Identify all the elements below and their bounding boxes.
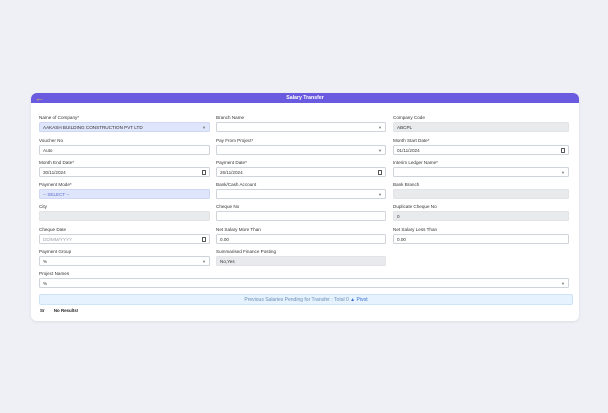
month-end-field[interactable]: 30/11/2024 [39, 167, 210, 177]
cheque-date-field[interactable]: DD/MM/YYYY [39, 234, 210, 244]
net-less-label: Net Salary Less Than [393, 227, 438, 232]
bank-branch-label: Bank Branch [393, 182, 420, 187]
payment-group-select[interactable]: % ▼ [39, 256, 210, 266]
chevron-down-icon: ▼ [378, 192, 382, 197]
payment-date-label: Payment Date* [216, 160, 247, 165]
chevron-down-icon: ▼ [202, 259, 206, 264]
payment-mode-label: Payment Mode* [39, 182, 72, 187]
no-results-text: No Results! [53, 308, 79, 313]
voucher-field[interactable]: Auto [39, 145, 210, 155]
chevron-down-icon: ▼ [561, 281, 565, 286]
net-less-field[interactable]: 0.00 [393, 234, 569, 244]
duplicate-cheque-field: 0 [393, 211, 569, 221]
company-select[interactable]: AAKASH BUILDING CONSTRUCTION PVT LTD ▼ [39, 122, 210, 132]
cheque-no-label: Cheque No [216, 204, 240, 209]
payment-mode-select[interactable]: -- SELECT -- [39, 189, 210, 199]
company-code-field: ABCPL [393, 122, 569, 132]
branch-select[interactable]: ▼ [216, 122, 386, 132]
arrow-left-icon[interactable]: ← [35, 93, 44, 103]
cheque-date-label: Cheque Date [39, 227, 67, 232]
net-more-field[interactable]: 0.00 [216, 234, 386, 244]
voucher-label: Voucher No [39, 138, 64, 143]
chevron-down-icon: ▼ [378, 148, 382, 153]
project-names-label: Project Names [39, 271, 70, 276]
payment-date-field[interactable]: 26/11/2024 [216, 167, 386, 177]
chevron-down-icon: ▼ [378, 125, 382, 130]
summarised-field: No,Yes [216, 256, 386, 266]
bank-account-select[interactable]: ▼ [216, 189, 386, 199]
title-bar: ← Salary Transfer [31, 93, 579, 103]
city-field [39, 211, 210, 221]
calendar-icon[interactable] [202, 237, 206, 242]
city-label: City [39, 204, 47, 209]
payment-group-label: Payment Group [39, 249, 72, 254]
month-start-label: Month Start Date* [393, 138, 430, 143]
summarised-label: Summarised Finance Posting [216, 249, 277, 254]
branch-label: Branch Name [216, 115, 245, 120]
calendar-icon[interactable] [561, 148, 565, 153]
company-label: Name of Company* [39, 115, 80, 120]
net-more-label: Net Salary More Than [216, 227, 261, 232]
results-header: Sr No Results! [40, 308, 86, 314]
interim-ledger-select[interactable]: ▼ [393, 167, 569, 177]
chevron-down-icon: ▼ [202, 125, 206, 130]
salary-transfer-card: ← Salary Transfer Name of Company* AAKAS… [31, 93, 579, 321]
calendar-icon[interactable] [378, 170, 382, 175]
chevron-down-icon: ▼ [561, 170, 565, 175]
bank-branch-field [393, 189, 569, 199]
company-code-label: Company Code [393, 115, 425, 120]
month-start-field[interactable]: 01/11/2024 [393, 145, 569, 155]
pay-from-project-label: Pay From Project* [216, 138, 254, 143]
pivot-link[interactable]: ▲ Pivot [350, 297, 367, 303]
company-value: AAKASH BUILDING CONSTRUCTION PVT LTD [43, 125, 143, 130]
duplicate-cheque-label: Duplicate Cheque No [393, 204, 437, 209]
pivot-label: Pivot [356, 297, 368, 303]
calendar-icon[interactable] [202, 170, 206, 175]
pending-text: Previous Salaries Pending for Transfer :… [244, 297, 349, 303]
sr-column-header: Sr [40, 308, 45, 313]
interim-ledger-label: Interim Ledger Name* [393, 160, 438, 165]
pay-from-project-select[interactable]: ▼ [216, 145, 386, 155]
pending-salaries-bar: Previous Salaries Pending for Transfer :… [39, 294, 573, 305]
month-end-label: Month End Date* [39, 160, 74, 165]
bank-account-label: Bank/Cash Account [216, 182, 257, 187]
page-title: Salary Transfer [286, 95, 324, 101]
cheque-no-field[interactable] [216, 211, 386, 221]
project-names-select[interactable]: % ▼ [39, 278, 569, 288]
